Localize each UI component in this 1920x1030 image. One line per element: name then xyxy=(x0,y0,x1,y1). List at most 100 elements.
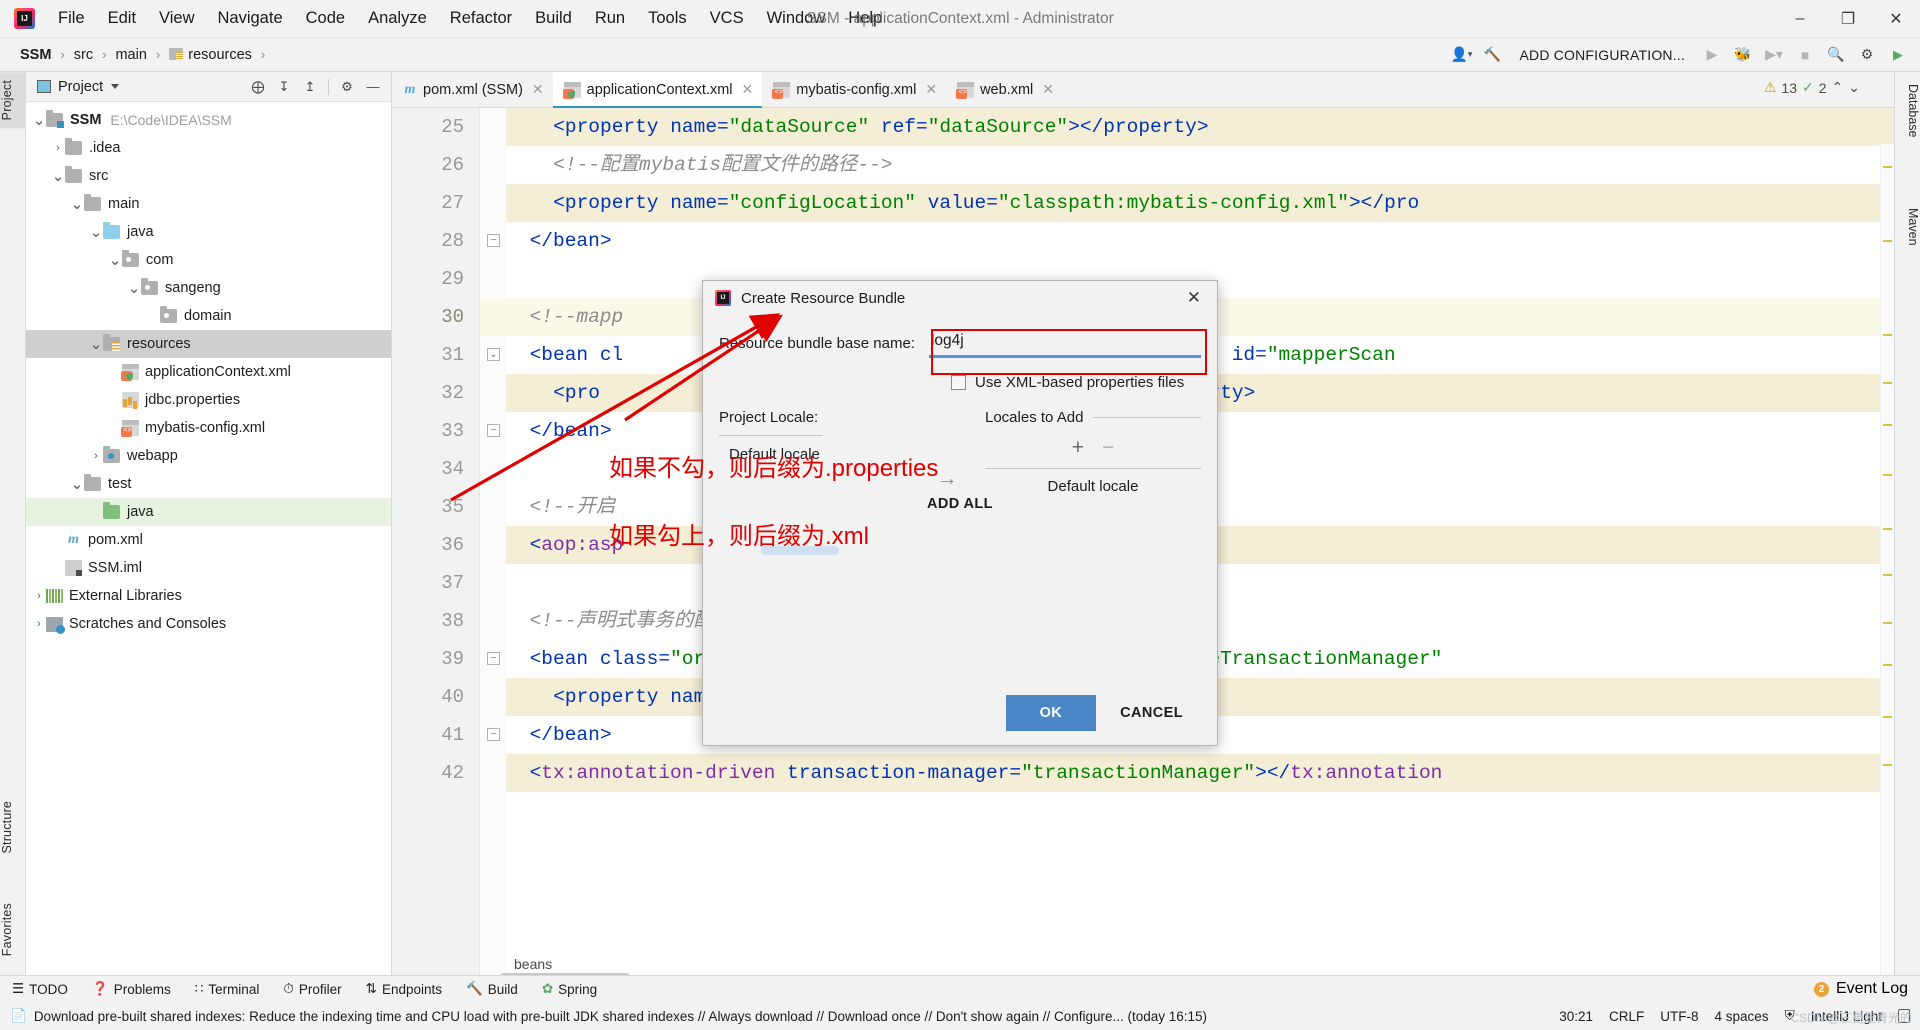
next-problem-icon[interactable]: ⌄ xyxy=(1848,79,1860,96)
menu-help[interactable]: Help xyxy=(837,5,893,32)
event-log-area[interactable]: 2 Event Log xyxy=(1813,980,1920,998)
user-icon[interactable]: 👤 ▾ xyxy=(1447,42,1475,68)
code-line[interactable]: 25 <property name="dataSource" ref="dataS… xyxy=(392,108,1894,146)
tool-tab-structure[interactable]: Structure xyxy=(0,793,26,862)
tree-node-scratches-and-consoles[interactable]: › Scratches and Consoles xyxy=(26,610,391,638)
bottom-item-terminal[interactable]: ∷ Terminal xyxy=(183,981,272,997)
debug-icon[interactable]: 🐝 xyxy=(1729,42,1757,68)
tree-node-test[interactable]: ⌄ test xyxy=(26,470,391,498)
run-icon[interactable]: ▶ xyxy=(1698,42,1726,68)
hammer-icon[interactable]: 🔨 xyxy=(1478,42,1506,68)
tree-node-domain[interactable]: domain xyxy=(26,302,391,330)
chevron-right-icon[interactable]: › xyxy=(32,618,46,630)
editor-tab-pom-xml-ssm-[interactable]: m pom.xml (SSM) ✕ xyxy=(392,72,553,107)
use-xml-checkbox-row[interactable]: Use XML-based properties files xyxy=(703,374,1217,391)
fold-expand-icon[interactable]: ⌄ xyxy=(487,348,500,361)
minimize-button[interactable]: – xyxy=(1776,0,1824,38)
chevron-right-icon[interactable]: › xyxy=(89,450,103,462)
menu-bar[interactable]: File Edit View Navigate Code Analyze Ref… xyxy=(47,5,893,32)
menu-navigate[interactable]: Navigate xyxy=(207,5,294,32)
tool-tab-favorites[interactable]: Favorites xyxy=(0,895,26,964)
editor-tab-applicationcontext-xml[interactable]: applicationContext.xml ✕ xyxy=(552,72,763,108)
tree-node-ssm[interactable]: ⌄ SSM E:\Code\IDEA\SSM xyxy=(26,106,391,134)
add-locale-icon[interactable]: + xyxy=(1072,436,1084,460)
breadcrumb-item-main[interactable]: main xyxy=(111,45,150,65)
bottom-item-endpoints[interactable]: ⇅ Endpoints xyxy=(354,981,454,997)
chevron-down-icon[interactable]: ⌄ xyxy=(127,279,141,297)
settings-icon[interactable]: ⚙ xyxy=(335,75,359,99)
code-line[interactable]: 28 − </bean> xyxy=(392,222,1894,260)
tree-node-java[interactable]: java xyxy=(26,498,391,526)
editor-tab-close-icon[interactable]: ✕ xyxy=(925,81,937,98)
editor-tab-close-icon[interactable]: ✕ xyxy=(1042,81,1054,98)
dialog-close-icon[interactable]: ✕ xyxy=(1181,286,1207,310)
chevron-down-icon[interactable]: ⌄ xyxy=(70,475,84,493)
collapse-all-icon[interactable]: ↥ xyxy=(298,75,322,99)
menu-window[interactable]: Window xyxy=(756,5,837,32)
breadcrumb-item-src[interactable]: src xyxy=(70,45,97,65)
tree-node-mybatis-config-xml[interactable]: <> mybatis-config.xml xyxy=(26,414,391,442)
remove-locale-icon[interactable]: − xyxy=(1102,436,1114,460)
chevron-down-icon[interactable]: ⌄ xyxy=(70,195,84,213)
fold-collapse-icon[interactable]: − xyxy=(487,424,500,437)
tree-node-src[interactable]: ⌄ src xyxy=(26,162,391,190)
status-message[interactable]: Download pre-built shared indexes: Reduc… xyxy=(34,1009,1207,1024)
breadcrumb-item-resources[interactable]: resources xyxy=(165,45,256,65)
menu-run[interactable]: Run xyxy=(584,5,636,32)
use-xml-checkbox[interactable] xyxy=(951,374,966,390)
editor-tab-bar[interactable]: m pom.xml (SSM) ✕ applicationContext.xml ✕ <>… xyxy=(392,72,1894,108)
chevron-right-icon[interactable]: › xyxy=(51,142,65,154)
tree-node-webapp[interactable]: › webapp xyxy=(26,442,391,470)
chevron-down-icon[interactable]: ⌄ xyxy=(89,335,103,353)
file-encoding[interactable]: UTF-8 xyxy=(1660,1009,1698,1024)
tree-node-java[interactable]: ⌄ java xyxy=(26,218,391,246)
cancel-button[interactable]: CANCEL xyxy=(1102,695,1201,731)
expand-all-icon[interactable]: ↧ xyxy=(272,75,296,99)
event-log-label[interactable]: Event Log xyxy=(1836,980,1908,998)
menu-vcs[interactable]: VCS xyxy=(699,5,755,32)
chevron-right-icon[interactable]: › xyxy=(32,590,46,602)
chevron-down-icon[interactable]: ⌄ xyxy=(32,111,46,129)
tree-node-applicationcontext-xml[interactable]: applicationContext.xml xyxy=(26,358,391,386)
hide-icon[interactable]: — xyxy=(361,75,385,99)
updates-icon[interactable]: ▶ xyxy=(1884,42,1912,68)
editor-breadcrumb[interactable]: beans xyxy=(392,953,552,975)
inspection-widget[interactable]: ⚠ 13 ✓ 2 ⌃ ⌄ xyxy=(1764,79,1860,96)
add-configuration-button[interactable]: ADD CONFIGURATION... xyxy=(1509,44,1695,66)
chevron-down-icon[interactable]: ⌄ xyxy=(108,251,122,269)
menu-edit[interactable]: Edit xyxy=(97,5,147,32)
tree-node-sangeng[interactable]: ⌄ sangeng xyxy=(26,274,391,302)
menu-tools[interactable]: Tools xyxy=(637,5,698,32)
menu-build[interactable]: Build xyxy=(524,5,583,32)
maximize-button[interactable]: ❐ xyxy=(1824,0,1872,38)
fold-collapse-icon[interactable]: − xyxy=(487,234,500,247)
bottom-item-todo[interactable]: ☰ TODO xyxy=(0,981,80,997)
project-tree[interactable]: ⌄ SSM E:\Code\IDEA\SSM › .idea ⌄ src ⌄ main ⌄ java… xyxy=(26,102,391,638)
bottom-item-spring[interactable]: ✿ Spring xyxy=(530,981,609,997)
marker-bar[interactable] xyxy=(1880,144,1894,982)
base-name-input[interactable] xyxy=(922,329,1201,355)
chevron-down-icon[interactable] xyxy=(111,84,120,89)
menu-file[interactable]: File xyxy=(47,5,96,32)
ok-button[interactable]: OK xyxy=(1005,695,1097,731)
status-message-area[interactable]: 📄 Download pre-built shared indexes: Red… xyxy=(10,1008,1207,1024)
editor-tab-close-icon[interactable]: ✕ xyxy=(532,81,544,98)
bottom-item-problems[interactable]: ❓ Problems xyxy=(80,981,183,997)
tree-node--idea[interactable]: › .idea xyxy=(26,134,391,162)
search-icon[interactable]: 🔍 xyxy=(1822,42,1850,68)
code-line[interactable]: 26 <!--配置mybatis配置文件的路径--> xyxy=(392,146,1894,184)
window-controls[interactable]: – ❐ ✕ xyxy=(1776,0,1920,38)
fold-collapse-icon[interactable]: − xyxy=(487,728,500,741)
caret-position[interactable]: 30:21 xyxy=(1559,1009,1593,1024)
tool-tab-database[interactable]: Database xyxy=(1894,76,1920,146)
run-with-coverage-icon[interactable]: ▶▾ xyxy=(1760,42,1788,68)
chevron-down-icon[interactable]: ⌄ xyxy=(89,223,103,241)
menu-refactor[interactable]: Refactor xyxy=(439,5,523,32)
settings-icon[interactable]: ⚙ xyxy=(1853,42,1881,68)
tree-node-ssm-iml[interactable]: SSM.iml xyxy=(26,554,391,582)
locate-icon[interactable]: ⨁ xyxy=(246,75,270,99)
fold-collapse-icon[interactable]: − xyxy=(487,652,500,665)
tree-node-external-libraries[interactable]: › External Libraries xyxy=(26,582,391,610)
prev-problem-icon[interactable]: ⌃ xyxy=(1832,79,1844,96)
tree-node-pom-xml[interactable]: m pom.xml xyxy=(26,526,391,554)
